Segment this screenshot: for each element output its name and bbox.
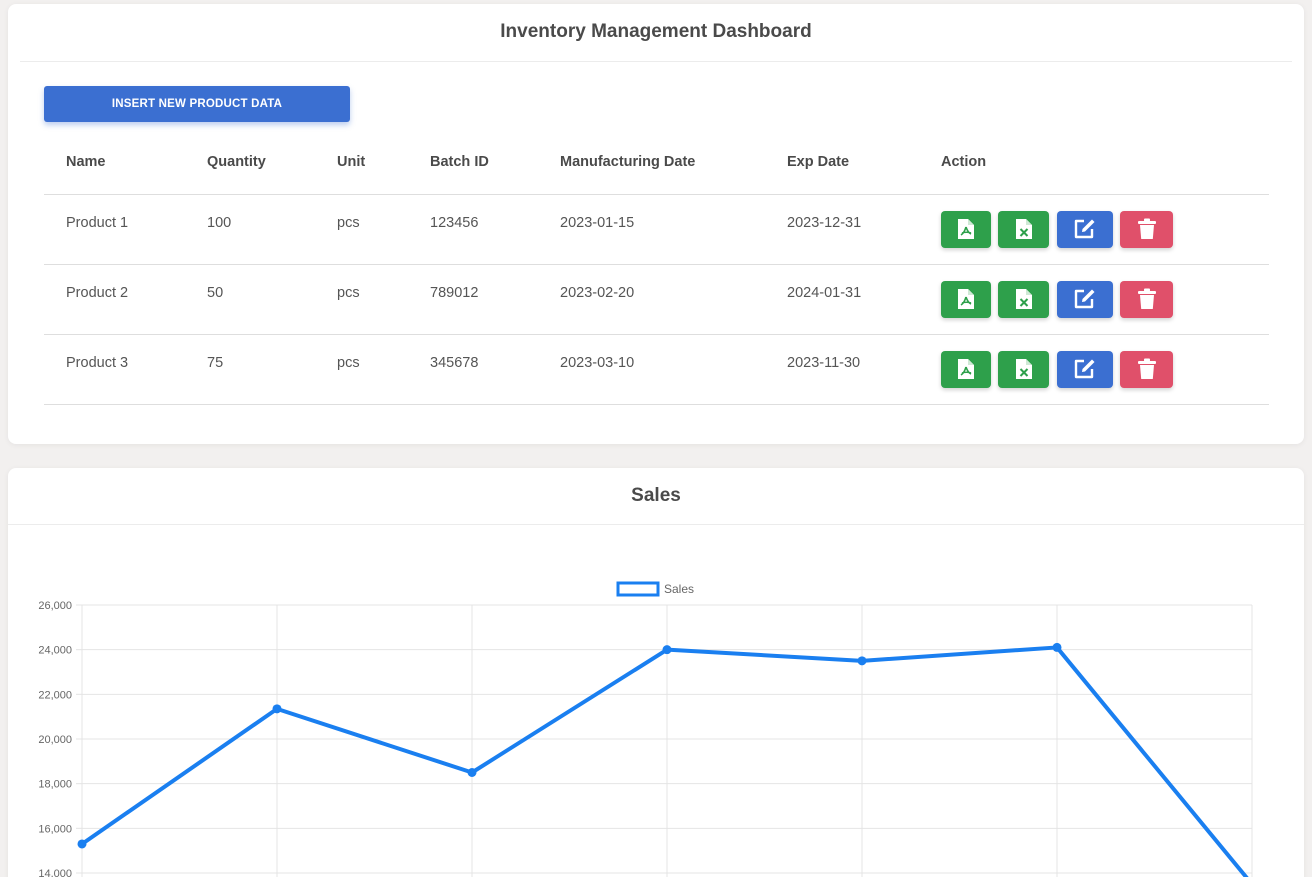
legend-label: Sales bbox=[664, 582, 694, 596]
y-tick-label: 20,000 bbox=[38, 734, 72, 746]
data-point bbox=[857, 656, 867, 666]
legend-swatch bbox=[616, 581, 660, 597]
data-point bbox=[1052, 642, 1062, 652]
y-tick-label: 24,000 bbox=[38, 645, 72, 657]
y-tick-label: 22,000 bbox=[38, 689, 72, 701]
sales-chart: 26,000 24,000 22,000 20,000 18,000 16,000 14,0… bbox=[38, 581, 1253, 877]
y-tick-label: 18,000 bbox=[38, 779, 72, 791]
data-point bbox=[272, 704, 282, 714]
data-point bbox=[467, 768, 477, 777]
data-point bbox=[662, 645, 672, 655]
y-tick-label: 14,000 bbox=[38, 868, 72, 877]
y-tick-label: 26,000 bbox=[38, 600, 72, 612]
y-tick-label: 16,000 bbox=[38, 823, 72, 835]
data-point bbox=[77, 839, 87, 849]
